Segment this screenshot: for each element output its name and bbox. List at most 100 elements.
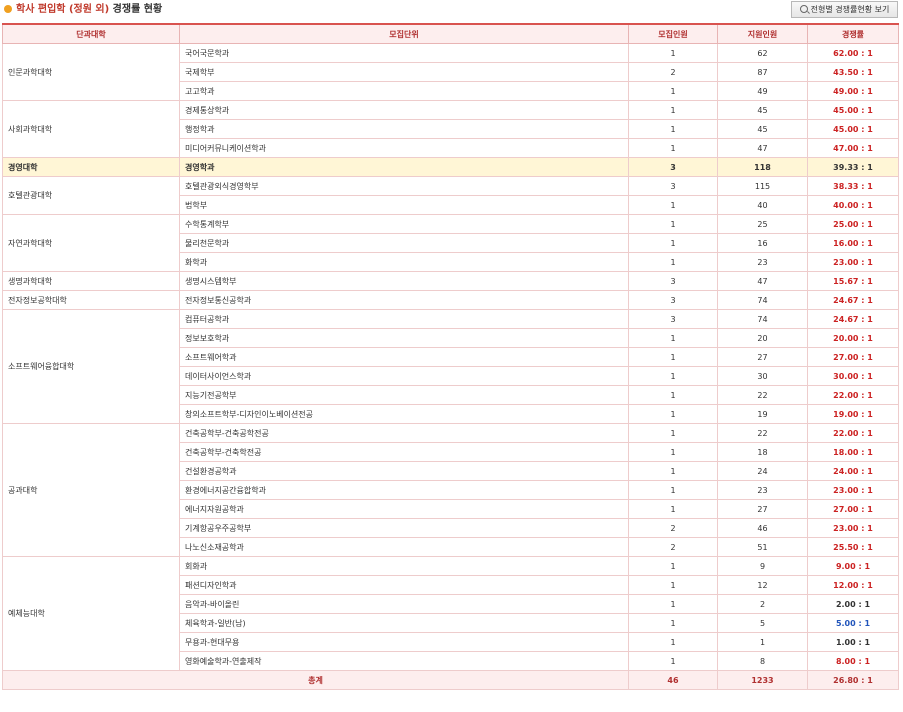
- quota-cell: 1: [628, 214, 718, 234]
- col-header-applicants: 지원인원: [717, 23, 808, 44]
- applicants-cell: 16: [717, 233, 808, 253]
- applicants-cell: 27: [717, 347, 808, 367]
- rate-cell: 40.00 : 1: [807, 195, 899, 215]
- unit-cell: 호텔관광외식경영학부: [179, 176, 629, 196]
- applicants-cell: 2: [717, 594, 808, 614]
- unit-cell: 소프트웨어학과: [179, 347, 629, 367]
- quota-cell: 2: [628, 537, 718, 557]
- quota-cell: 1: [628, 252, 718, 272]
- quota-cell: 3: [628, 290, 718, 310]
- unit-cell: 나노신소재공학과: [179, 537, 629, 557]
- unit-cell: 화학과: [179, 252, 629, 272]
- applicants-cell: 49: [717, 81, 808, 101]
- college-cell: 인문과학대학: [2, 43, 180, 101]
- quota-cell: 1: [628, 442, 718, 462]
- quota-cell: 1: [628, 651, 718, 671]
- quota-cell: 1: [628, 328, 718, 348]
- applicants-cell: 51: [717, 537, 808, 557]
- total-label: 총계: [2, 670, 629, 690]
- applicants-cell: 45: [717, 100, 808, 120]
- applicants-cell: 5: [717, 613, 808, 633]
- rate-cell: 23.00 : 1: [807, 480, 899, 500]
- quota-cell: 1: [628, 461, 718, 481]
- view-by-admission-type-button[interactable]: 전형별 경쟁률현황 보기: [791, 1, 898, 18]
- applicants-cell: 45: [717, 119, 808, 139]
- applicants-cell: 27: [717, 499, 808, 519]
- applicants-cell: 25: [717, 214, 808, 234]
- unit-cell: 영화예술학과-연출제작: [179, 651, 629, 671]
- unit-cell: 회화과: [179, 556, 629, 576]
- quota-cell: 3: [628, 157, 718, 177]
- rate-cell: 22.00 : 1: [807, 385, 899, 405]
- applicants-cell: 46: [717, 518, 808, 538]
- rate-cell: 8.00 : 1: [807, 651, 899, 671]
- table-row: 자연과학대학 수학통계학부 1 25 25.00 : 1: [2, 214, 899, 272]
- rate-cell: 19.00 : 1: [807, 404, 899, 424]
- unit-cell: 무용과-현대무용: [179, 632, 629, 652]
- unit-cell: 경제통상학과: [179, 100, 629, 120]
- applicants-cell: 22: [717, 385, 808, 405]
- quota-cell: 1: [628, 404, 718, 424]
- page-title: 학사 편입학 (정원 외) 경쟁률 현황: [4, 3, 162, 17]
- title-primary: 학사 편입학 (정원 외): [16, 4, 110, 15]
- page-header: 학사 편입학 (정원 외) 경쟁률 현황 전형별 경쟁률현황 보기: [0, 0, 903, 22]
- applicants-cell: 47: [717, 138, 808, 158]
- unit-cell: 컴퓨터공학과: [179, 309, 629, 329]
- rate-cell: 12.00 : 1: [807, 575, 899, 595]
- rate-cell: 22.00 : 1: [807, 423, 899, 443]
- applicants-cell: 1: [717, 632, 808, 652]
- applicants-cell: 23: [717, 480, 808, 500]
- rate-cell: 25.50 : 1: [807, 537, 899, 557]
- quota-cell: 1: [628, 43, 718, 63]
- applicants-cell: 22: [717, 423, 808, 443]
- applicants-cell: 9: [717, 556, 808, 576]
- quota-cell: 1: [628, 594, 718, 614]
- table-row: 소프트웨어융합대학 컴퓨터공학과 3 74 24.67 : 1: [2, 309, 899, 424]
- applicants-cell: 47: [717, 271, 808, 291]
- rate-cell: 39.33 : 1: [807, 157, 899, 177]
- quota-cell: 1: [628, 575, 718, 595]
- quota-cell: 2: [628, 518, 718, 538]
- bullet-icon: [4, 5, 12, 13]
- rate-cell: 38.33 : 1: [807, 176, 899, 196]
- quota-cell: 1: [628, 100, 718, 120]
- quota-cell: 1: [628, 119, 718, 139]
- unit-cell: 건축공학부-건축공학전공: [179, 423, 629, 443]
- rate-cell: 20.00 : 1: [807, 328, 899, 348]
- applicants-cell: 19: [717, 404, 808, 424]
- applicants-cell: 40: [717, 195, 808, 215]
- unit-cell: 창의소프트학부-디자인이노베이션전공: [179, 404, 629, 424]
- rate-cell: 45.00 : 1: [807, 119, 899, 139]
- quota-cell: 1: [628, 138, 718, 158]
- unit-cell: 전자정보통신공학과: [179, 290, 629, 310]
- college-cell: 경영대학: [2, 157, 180, 177]
- unit-cell: 환경에너지공간융합학과: [179, 480, 629, 500]
- quota-cell: 1: [628, 385, 718, 405]
- quota-cell: 2: [628, 62, 718, 82]
- unit-cell: 국어국문학과: [179, 43, 629, 63]
- unit-cell: 경영학과: [179, 157, 629, 177]
- unit-cell: 법학부: [179, 195, 629, 215]
- rate-cell: 1.00 : 1: [807, 632, 899, 652]
- rate-cell: 18.00 : 1: [807, 442, 899, 462]
- quota-cell: 3: [628, 309, 718, 329]
- college-cell: 예체능대학: [2, 556, 180, 671]
- college-cell: 자연과학대학: [2, 214, 180, 272]
- rate-cell: 16.00 : 1: [807, 233, 899, 253]
- competition-rate-table: 단과대학 모집단위 모집인원 지원인원 경쟁률 인문과학대학 국어국문학과 1 62 6…: [2, 23, 899, 690]
- rate-cell: 27.00 : 1: [807, 499, 899, 519]
- rate-cell: 23.00 : 1: [807, 518, 899, 538]
- unit-cell: 수학통계학부: [179, 214, 629, 234]
- total-row: 총계 46 1233 26.80 : 1: [2, 670, 899, 690]
- table-row: 인문과학대학 국어국문학과 1 62 62.00 : 1: [2, 43, 899, 101]
- quota-cell: 3: [628, 176, 718, 196]
- college-cell: 소프트웨어융합대학: [2, 309, 180, 424]
- rate-cell: 47.00 : 1: [807, 138, 899, 158]
- table-row: 생명과학대학 생명시스템학부 3 47 15.67 : 1: [2, 271, 899, 291]
- rate-cell: 25.00 : 1: [807, 214, 899, 234]
- applicants-cell: 74: [717, 290, 808, 310]
- unit-cell: 고고학과: [179, 81, 629, 101]
- rate-cell: 45.00 : 1: [807, 100, 899, 120]
- rate-cell: 24.67 : 1: [807, 309, 899, 329]
- applicants-cell: 115: [717, 176, 808, 196]
